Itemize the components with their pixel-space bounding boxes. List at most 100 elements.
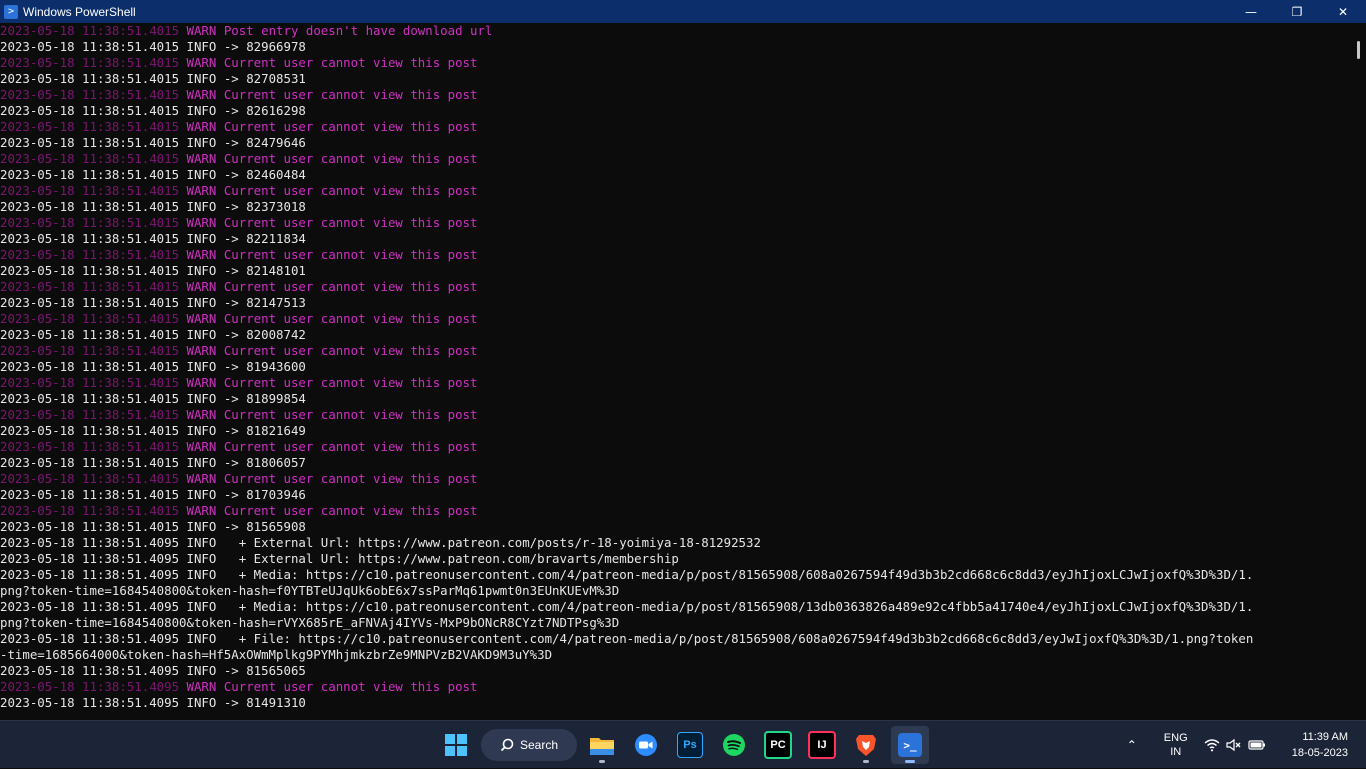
active-indicator <box>905 760 915 763</box>
log-timestamp: 2023-05-18 11:38:51.4015 <box>0 311 180 326</box>
photoshop-button[interactable]: Ps <box>671 726 709 764</box>
taskbar: Search Ps PC IJ >_ ⌃ ENG IN 11:39 AM 18-… <box>0 720 1366 768</box>
console-line: 2023-05-18 11:38:51.4095 WARN Current us… <box>0 679 1352 695</box>
log-level: WARN <box>186 279 217 294</box>
log-message: Current user cannot view this post <box>223 87 478 102</box>
brave-icon <box>856 735 876 756</box>
log-message: Current user cannot view this post <box>223 183 478 198</box>
quick-settings[interactable] <box>1204 738 1266 752</box>
zoom-button[interactable] <box>627 726 665 764</box>
console-line: 2023-05-18 11:38:51.4015 WARN Current us… <box>0 439 1352 455</box>
log-timestamp: 2023-05-18 11:38:51.4015 <box>0 391 180 406</box>
file-explorer-button[interactable] <box>583 726 621 764</box>
pycharm-button[interactable]: PC <box>759 726 797 764</box>
log-message: -> 81565065 <box>223 663 306 678</box>
log-level: WARN <box>186 471 217 486</box>
log-message: -> 82460484 <box>223 167 306 182</box>
log-message: + File: https://c10.patreonusercontent.c… <box>223 631 1254 646</box>
wifi-icon <box>1204 739 1220 752</box>
console-line: 2023-05-18 11:38:51.4015 INFO -> 8237301… <box>0 199 1352 215</box>
window-title: Windows PowerShell <box>23 4 136 19</box>
console-line: 2023-05-18 11:38:51.4015 WARN Current us… <box>0 375 1352 391</box>
log-level: WARN <box>186 119 217 134</box>
log-message: Current user cannot view this post <box>223 55 478 70</box>
log-message: png?token-time=1684540800&token-hash=f0Y… <box>0 583 620 598</box>
log-message: + Media: https://c10.patreonusercontent.… <box>223 567 1254 582</box>
console-output[interactable]: 2023-05-18 11:38:51.4015 WARN Post entry… <box>0 23 1352 720</box>
console-line: 2023-05-18 11:38:51.4015 INFO -> 8247964… <box>0 135 1352 151</box>
log-message: -> 81565908 <box>223 519 306 534</box>
battery-charging-icon <box>1248 740 1265 750</box>
start-button[interactable] <box>437 726 475 764</box>
log-message: Current user cannot view this post <box>223 439 478 454</box>
console-line: 2023-05-18 11:38:51.4015 INFO -> 8214810… <box>0 263 1352 279</box>
console-line: png?token-time=1684540800&token-hash=rVY… <box>0 615 1352 631</box>
log-timestamp: 2023-05-18 11:38:51.4015 <box>0 439 180 454</box>
scrollbar-thumb[interactable] <box>1357 41 1360 59</box>
log-level: INFO <box>186 519 217 534</box>
log-level: INFO <box>186 663 217 678</box>
log-timestamp: 2023-05-18 11:38:51.4015 <box>0 231 180 246</box>
log-timestamp: 2023-05-18 11:38:51.4015 <box>0 519 180 534</box>
log-timestamp: 2023-05-18 11:38:51.4095 <box>0 567 180 582</box>
log-timestamp: 2023-05-18 11:38:51.4015 <box>0 423 180 438</box>
log-level: INFO <box>186 135 217 150</box>
log-level: WARN <box>186 23 217 38</box>
log-timestamp: 2023-05-18 11:38:51.4015 <box>0 183 180 198</box>
log-level: INFO <box>186 359 217 374</box>
log-level: WARN <box>186 407 217 422</box>
log-level: WARN <box>186 375 217 390</box>
console-scrollbar[interactable] <box>1352 23 1366 720</box>
log-level: INFO <box>186 455 217 470</box>
title-bar[interactable]: > Windows PowerShell — ❐ ✕ <box>0 0 1366 23</box>
log-message: -> 81899854 <box>223 391 306 406</box>
minimize-button[interactable]: — <box>1228 0 1274 23</box>
folder-icon <box>590 738 614 755</box>
log-message: -> 82148101 <box>223 263 306 278</box>
log-message: -> 81806057 <box>223 455 306 470</box>
console-line: 2023-05-18 11:38:51.4015 INFO -> 8189985… <box>0 391 1352 407</box>
log-timestamp: 2023-05-18 11:38:51.4015 <box>0 23 180 38</box>
log-message: + External Url: https://www.patreon.com/… <box>223 551 679 566</box>
log-timestamp: 2023-05-18 11:38:51.4095 <box>0 679 180 694</box>
log-level: INFO <box>186 567 217 582</box>
console-line: 2023-05-18 11:38:51.4015 WARN Post entry… <box>0 23 1352 39</box>
log-timestamp: 2023-05-18 11:38:51.4015 <box>0 247 180 262</box>
log-message: Current user cannot view this post <box>223 407 478 422</box>
console-line: 2023-05-18 11:38:51.4095 INFO + External… <box>0 551 1352 567</box>
console-line: 2023-05-18 11:38:51.4015 WARN Current us… <box>0 311 1352 327</box>
log-message: Current user cannot view this post <box>223 279 478 294</box>
region-label: IN <box>1170 746 1182 758</box>
clock[interactable]: 11:39 AM 18-05-2023 <box>1292 729 1348 761</box>
log-timestamp: 2023-05-18 11:38:51.4015 <box>0 487 180 502</box>
console-line: 2023-05-18 11:38:51.4015 WARN Current us… <box>0 503 1352 519</box>
log-timestamp: 2023-05-18 11:38:51.4015 <box>0 55 180 70</box>
log-timestamp: 2023-05-18 11:38:51.4015 <box>0 295 180 310</box>
log-message: Current user cannot view this post <box>223 311 478 326</box>
log-message: Current user cannot view this post <box>223 151 478 166</box>
log-timestamp: 2023-05-18 11:38:51.4015 <box>0 39 180 54</box>
language-indicator[interactable]: ENG IN <box>1158 731 1194 759</box>
spotify-button[interactable] <box>715 726 753 764</box>
maximize-button[interactable]: ❐ <box>1274 0 1320 23</box>
close-button[interactable]: ✕ <box>1320 0 1366 23</box>
log-message: -> 82966978 <box>223 39 306 54</box>
powershell-taskbar-button[interactable]: >_ <box>891 726 929 764</box>
brave-button[interactable] <box>847 726 885 764</box>
intellij-button[interactable]: IJ <box>803 726 841 764</box>
chevron-up-icon[interactable]: ⌃ <box>1120 738 1144 752</box>
console-line: 2023-05-18 11:38:51.4015 INFO -> 8261629… <box>0 103 1352 119</box>
log-level: INFO <box>186 295 217 310</box>
log-message: -> 82479646 <box>223 135 306 150</box>
running-indicator <box>863 760 869 763</box>
log-level: INFO <box>186 695 217 710</box>
taskbar-search-button[interactable]: Search <box>481 729 577 761</box>
log-message: -> 82211834 <box>223 231 306 246</box>
console-line: 2023-05-18 11:38:51.4015 WARN Current us… <box>0 247 1352 263</box>
console-line: 2023-05-18 11:38:51.4095 INFO -> 8149131… <box>0 695 1352 711</box>
intellij-icon: IJ <box>808 731 836 759</box>
log-timestamp: 2023-05-18 11:38:51.4015 <box>0 503 180 518</box>
console-line: 2023-05-18 11:38:51.4095 INFO -> 8156506… <box>0 663 1352 679</box>
log-timestamp: 2023-05-18 11:38:51.4095 <box>0 551 180 566</box>
log-level: INFO <box>186 631 217 646</box>
